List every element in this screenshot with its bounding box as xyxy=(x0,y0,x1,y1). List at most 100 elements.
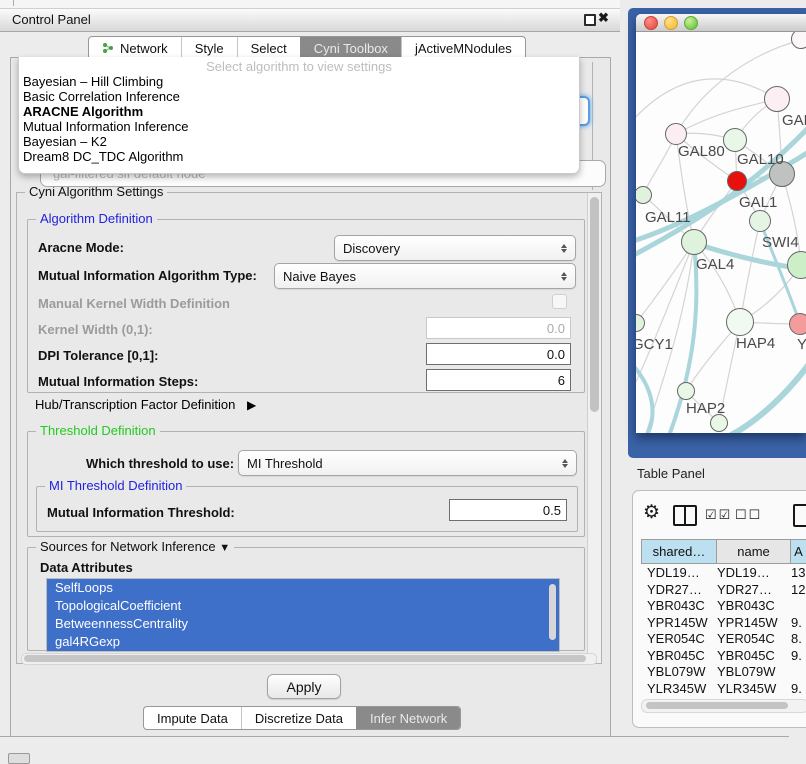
expander-right-icon: ▶ xyxy=(247,398,256,412)
hub-definition-label: Hub/Transcription Factor Definition xyxy=(35,397,235,412)
tab-jactivemnodules-label: jActiveMNodules xyxy=(415,41,512,56)
algorithm-option[interactable]: Mutual Information Inference xyxy=(23,119,188,134)
cell: YBR045C xyxy=(717,648,791,665)
kernel-width-field[interactable]: 0.0 xyxy=(426,317,571,339)
algorithm-option[interactable]: Basic Correlation Inference xyxy=(23,89,180,104)
algorithm-option[interactable]: Bayesian – K2 xyxy=(23,134,107,149)
algorithm-option-selected[interactable]: ARACNE Algorithm xyxy=(23,104,143,119)
cell: YBR045C xyxy=(641,648,717,665)
attribute-item[interactable]: SelfLoops xyxy=(47,579,559,597)
table-row[interactable]: YLR345WYLR345W9. xyxy=(641,681,806,698)
network-node[interactable] xyxy=(677,382,695,400)
network-node[interactable] xyxy=(723,128,747,152)
network-window-titlebar[interactable] xyxy=(636,14,806,32)
split-columns-icon[interactable] xyxy=(673,505,697,526)
cell: 12 xyxy=(791,582,806,599)
aracne-mode-combo[interactable]: Discovery xyxy=(334,235,576,261)
window-minimize-button[interactable] xyxy=(664,16,678,30)
mi-threshold-field[interactable]: 0.5 xyxy=(449,499,567,521)
table-row[interactable]: YBL079WYBL079W xyxy=(641,664,806,681)
tab-discretize-data[interactable]: Discretize Data xyxy=(241,707,356,729)
algorithm-option[interactable]: Bayesian – Hill Climbing xyxy=(23,74,163,89)
network-node[interactable] xyxy=(787,251,806,279)
table-row[interactable]: YER054CYER054C8. xyxy=(641,631,806,648)
network-node[interactable] xyxy=(764,86,790,112)
column-header-partial[interactable]: A xyxy=(790,539,806,564)
cell: YBR043C xyxy=(717,598,791,615)
manual-kernel-checkbox[interactable] xyxy=(552,294,567,309)
apply-button-label: Apply xyxy=(286,679,321,695)
network-node[interactable] xyxy=(636,314,645,332)
network-node[interactable] xyxy=(665,123,687,145)
unchecked-pair-icon[interactable]: ☐☐ xyxy=(735,507,762,523)
tab-jactivemnodules[interactable]: jActiveMNodules xyxy=(401,37,525,59)
mi-type-combo[interactable]: Naive Bayes xyxy=(274,263,576,289)
network-icon xyxy=(102,42,114,54)
checked-pair-icon[interactable]: ☑☑ xyxy=(705,507,732,523)
network-node[interactable] xyxy=(791,32,806,49)
algorithm-definition-group: Algorithm Definition Aracne Mode: Discov… xyxy=(27,219,585,393)
sources-group: Sources for Network Inference ▼ Data Att… xyxy=(27,547,585,651)
tab-cyni-toolbox-label: Cyni Toolbox xyxy=(314,41,388,56)
mi-threshold-group-title: MI Threshold Definition xyxy=(45,478,186,493)
table-row[interactable]: YIL052CYIL052C9. xyxy=(641,697,806,698)
cell: YDR27… xyxy=(641,582,717,599)
cell: 9. xyxy=(791,615,806,632)
table-row[interactable]: YBR043CYBR043C xyxy=(641,598,806,615)
column-header-name[interactable]: name xyxy=(716,539,791,564)
which-threshold-label: Which threshold to use: xyxy=(86,456,234,471)
window-close-button[interactable] xyxy=(644,16,658,30)
bottom-tabbar: Impute Data Discretize Data Infer Networ… xyxy=(143,706,461,730)
control-panel-title: Control Panel xyxy=(12,12,91,27)
tab-style[interactable]: Style xyxy=(181,37,237,59)
network-canvas[interactable]: GALGAL80GAL10GAL1GAL11SWI4GAL4GCY1HAP4YH… xyxy=(636,32,806,433)
mi-steps-field[interactable]: 6 xyxy=(426,369,571,391)
attribute-list-scrollbar[interactable] xyxy=(549,584,556,640)
network-node-label: GAL1 xyxy=(739,194,777,211)
dpi-tolerance-field[interactable]: 0.0 xyxy=(426,343,571,365)
combo-arrows-icon xyxy=(561,272,567,281)
apply-button[interactable]: Apply xyxy=(267,674,341,699)
network-node[interactable] xyxy=(789,313,806,335)
corner-button[interactable] xyxy=(8,753,30,764)
tab-cyni-toolbox[interactable]: Cyni Toolbox xyxy=(300,37,401,59)
column-header-shared[interactable]: shared… xyxy=(641,539,717,564)
table-row[interactable]: YDL19…YDL19…13 xyxy=(641,565,806,582)
tab-infer-network[interactable]: Infer Network xyxy=(356,707,460,729)
attribute-item[interactable]: gal4RGexp xyxy=(47,633,559,651)
gear-icon[interactable]: ⚙ xyxy=(643,501,660,524)
network-node[interactable] xyxy=(636,186,652,204)
network-node[interactable] xyxy=(727,171,747,191)
algorithm-option[interactable]: Dream8 DC_TDC Algorithm xyxy=(23,149,183,164)
table-icon-partial[interactable] xyxy=(793,504,806,527)
window-zoom-button[interactable] xyxy=(684,16,698,30)
which-threshold-combo[interactable]: MI Threshold xyxy=(238,450,577,476)
cell: 9. xyxy=(791,681,806,698)
tab-select-label: Select xyxy=(251,41,287,56)
network-node-label: GAL xyxy=(782,112,806,129)
combo-arrows-icon xyxy=(562,459,568,468)
float-window-icon[interactable] xyxy=(584,14,596,26)
tab-network[interactable]: Network xyxy=(89,37,181,59)
close-icon[interactable]: ✖ xyxy=(598,10,609,26)
table-row[interactable]: YBR045CYBR045C9. xyxy=(641,648,806,665)
tab-style-label: Style xyxy=(195,41,224,56)
mi-type-value: Naive Bayes xyxy=(283,269,356,284)
hub-definition-expander[interactable]: Hub/Transcription Factor Definition ▶ xyxy=(35,397,256,412)
network-node-label: SWI4 xyxy=(762,234,799,251)
table-panel-title: Table Panel xyxy=(637,466,705,481)
attribute-item[interactable]: TopologicalCoefficient xyxy=(47,597,559,615)
network-node[interactable] xyxy=(681,229,707,255)
tab-impute-data[interactable]: Impute Data xyxy=(144,707,241,729)
network-node[interactable] xyxy=(749,210,771,232)
tab-network-label: Network xyxy=(120,41,168,56)
table-horizontal-scrollbar[interactable] xyxy=(641,699,806,713)
table-row[interactable]: YPR145WYPR145W9. xyxy=(641,615,806,632)
settings-vertical-scrollbar[interactable] xyxy=(587,193,601,663)
attribute-item[interactable]: BetweennessCentrality xyxy=(47,615,559,633)
sources-expander[interactable]: Sources for Network Inference ▼ xyxy=(36,539,234,554)
network-node[interactable] xyxy=(726,308,754,336)
settings-horizontal-scrollbar[interactable] xyxy=(21,653,597,665)
table-row[interactable]: YDR27…YDR27…12 xyxy=(641,582,806,599)
tab-select[interactable]: Select xyxy=(237,37,300,59)
